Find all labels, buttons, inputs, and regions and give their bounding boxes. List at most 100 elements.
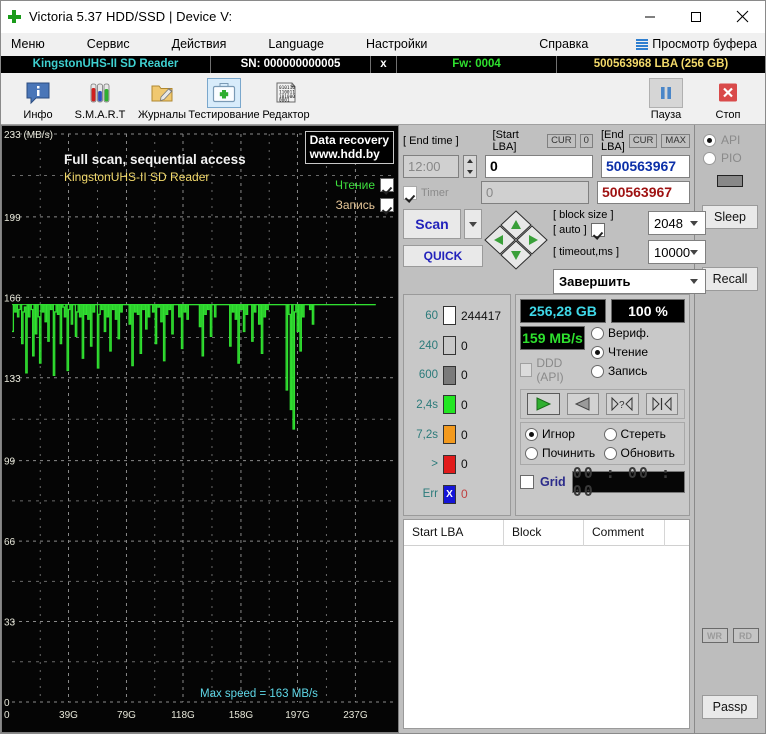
table-body[interactable] (404, 546, 689, 728)
end-lba-input-secondary[interactable]: 500563967 (597, 181, 690, 204)
device-model[interactable]: KingstonUHS-II SD Reader (1, 56, 211, 73)
mode-read-radio[interactable] (591, 345, 604, 359)
action-ignore-row[interactable]: Игнор (525, 427, 602, 441)
toolbar-button-smart[interactable]: S.M.A.R.T (69, 76, 131, 124)
menu-item-language[interactable]: Language (258, 33, 334, 56)
device-close-button[interactable]: x (371, 56, 397, 73)
main-toolbar: Инфо S.M.A.R.T Журналы Тестирование 0101… (1, 73, 765, 125)
toolbar-button-info[interactable]: Инфо (7, 76, 69, 124)
pio-mode-radio[interactable] (703, 151, 716, 165)
start-lba-zero-button[interactable]: 0 (579, 134, 593, 148)
legend-read-checkbox[interactable] (380, 178, 394, 192)
toolbar-button-editor[interactable]: 010110 110011 101000 0001 Редактор (255, 76, 317, 124)
mode-verify-radio[interactable] (591, 326, 604, 340)
watermark-line1: Data recovery (309, 133, 389, 147)
play-reverse-button[interactable] (566, 393, 599, 415)
menu-item-service[interactable]: Сервис (77, 33, 140, 56)
finish-action-select[interactable]: Завершить (553, 269, 707, 294)
ddd-api-row[interactable]: DDD (API) (520, 356, 585, 384)
timer-checkbox[interactable] (403, 185, 417, 200)
table-header-start-lba[interactable]: Start LBA (404, 520, 504, 546)
quick-button[interactable]: QUICK (403, 245, 483, 267)
mode-read-row[interactable]: Чтение (591, 345, 685, 359)
start-lba-cur-button[interactable]: CUR (547, 134, 576, 148)
table-header-comment[interactable]: Comment (584, 520, 665, 546)
mode-write-radio[interactable] (591, 364, 604, 378)
graph-title: Full scan, sequential access (64, 152, 246, 167)
rd-button[interactable]: RD (732, 628, 759, 643)
block-legend-row: Err X 0 (404, 481, 510, 507)
ddd-api-checkbox[interactable] (520, 363, 533, 377)
legend-read-label: Чтение (334, 178, 375, 192)
device-capacity: 500563968 LBA (256 GB) (593, 58, 729, 70)
action-refresh-label: Обновить (620, 446, 675, 460)
action-erase-row[interactable]: Стереть (603, 427, 681, 441)
direction-pad[interactable] (483, 209, 549, 271)
toolbar-button-logs[interactable]: Журналы (131, 76, 193, 124)
capacity-readout: 256,28 GB (520, 299, 606, 323)
toolbar-label-logs: Журналы (137, 109, 187, 121)
mode-verify-row[interactable]: Вериф. (591, 326, 685, 340)
toolbar-button-stop[interactable]: Стоп (697, 76, 759, 124)
scan-dropdown-button[interactable] (464, 209, 482, 239)
grid-checkbox[interactable] (520, 475, 534, 489)
wr-button[interactable]: WR (701, 628, 728, 643)
spin-down-icon[interactable] (467, 169, 473, 174)
legend-write-checkbox[interactable] (380, 198, 394, 212)
block-size-select[interactable]: 2048 (648, 211, 707, 235)
action-ignore-radio[interactable] (525, 427, 538, 441)
recall-button[interactable]: Recall (702, 267, 758, 291)
auto-checkbox[interactable] (590, 223, 605, 237)
end-lba-cur-button[interactable]: CUR (628, 134, 658, 148)
api-mode-row[interactable]: API (703, 133, 757, 147)
legend-read[interactable]: Чтение (335, 178, 394, 192)
seek-end-button[interactable] (645, 393, 678, 415)
api-mode-radio[interactable] (703, 133, 716, 147)
menu-item-settings[interactable]: Настройки (356, 33, 437, 56)
scan-button[interactable]: Scan (403, 209, 461, 239)
menu-item-actions[interactable]: Действия (162, 33, 237, 56)
end-lba-max-button[interactable]: MAX (661, 134, 690, 148)
block-legend-row: 7,2s 0 (404, 422, 510, 448)
block-time-0: 60 (425, 309, 438, 322)
timeout-select[interactable]: 10000 (648, 240, 707, 264)
svg-text:166: 166 (4, 293, 21, 304)
end-lba-input[interactable]: 500563967 (601, 155, 690, 178)
spin-up-icon[interactable] (467, 159, 473, 164)
passport-button[interactable]: Passp (702, 695, 758, 719)
mode-write-row[interactable]: Запись (591, 364, 685, 378)
menu-item-help[interactable]: Справка (529, 33, 598, 56)
victoria-app-window: Victoria 5.37 HDD/SSD | Device V: Меню С… (0, 0, 766, 734)
action-erase-radio[interactable] (603, 427, 617, 441)
action-repair-radio[interactable] (525, 446, 538, 460)
buffer-view-button[interactable]: Просмотр буфера (632, 33, 765, 56)
end-time-spinner[interactable] (463, 155, 477, 178)
legend-write[interactable]: Запись (336, 198, 394, 212)
elapsed-time-readout: 00 : 00 : 00 (571, 464, 685, 500)
playback-controls: ? (520, 389, 685, 419)
action-erase-label: Стереть (620, 427, 666, 441)
action-refresh-row[interactable]: Обновить (603, 446, 681, 460)
stats-row: 60 244417 240 0 600 0 2,4s 0 7,2s 0 > 0 … (399, 294, 694, 516)
speed-graph-panel[interactable]: 233 (MB/s) 199 166 133 99 66 33 0 0 39G 79G 118G 158… (1, 125, 399, 733)
pio-mode-row[interactable]: PIO (703, 151, 757, 165)
mode-verify-label: Вериф. (608, 326, 650, 340)
menu-item-menu[interactable]: Меню (1, 33, 55, 56)
toolbar-button-testing[interactable]: Тестирование (188, 76, 260, 124)
start-lba-input[interactable]: 0 (485, 155, 593, 178)
minimize-button[interactable] (627, 1, 673, 33)
action-repair-row[interactable]: Починить (525, 446, 602, 460)
play-forward-button[interactable] (527, 393, 560, 415)
random-seek-button[interactable]: ? (606, 393, 639, 415)
table-header-block[interactable]: Block (504, 520, 584, 546)
block-time-6: Err (422, 488, 438, 501)
sleep-button[interactable]: Sleep (702, 205, 758, 229)
end-time-input[interactable]: 12:00 (403, 155, 459, 178)
action-refresh-radio[interactable] (603, 446, 617, 460)
defects-table[interactable]: Start LBA Block Comment (403, 519, 690, 729)
timer-input[interactable]: 0 (481, 181, 589, 204)
block-value-2: 0 (461, 368, 468, 383)
toolbar-button-pause[interactable]: Пауза (635, 76, 697, 124)
close-button[interactable] (719, 1, 765, 33)
maximize-button[interactable] (673, 1, 719, 33)
